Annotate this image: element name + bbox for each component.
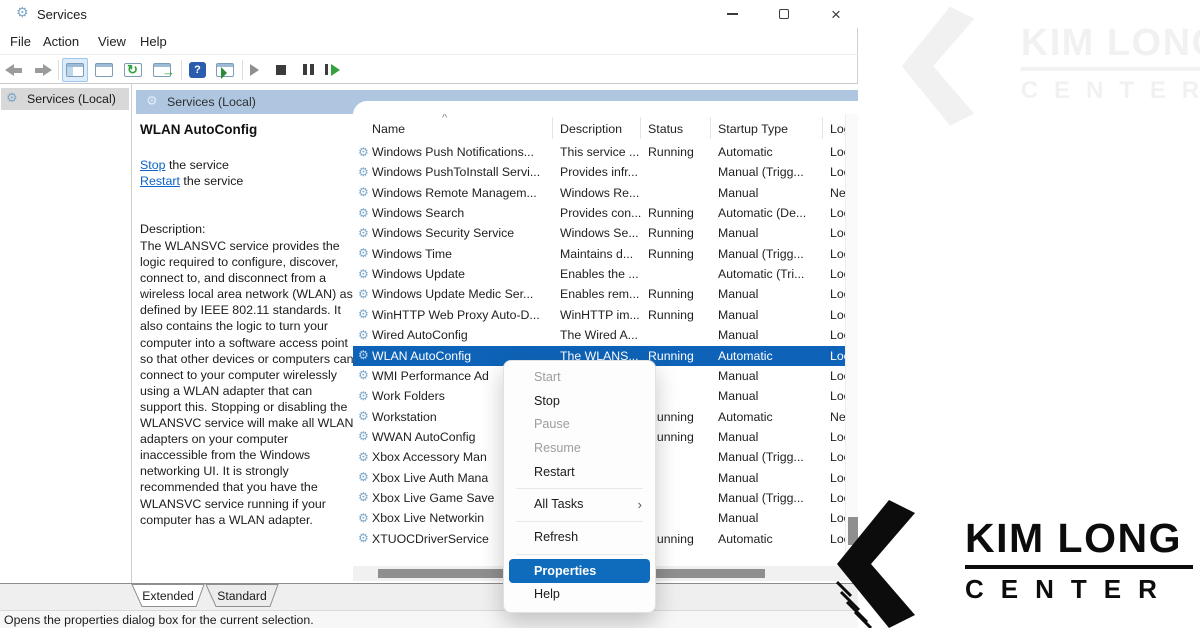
service-gear-icon: ⚙ [358, 368, 369, 382]
service-gear-icon: ⚙ [358, 246, 369, 260]
menu-separator [516, 488, 643, 489]
service-gear-icon: ⚙ [358, 409, 369, 423]
context-menu-item-stop[interactable]: Stop [504, 390, 655, 414]
service-gear-icon: ⚙ [358, 145, 369, 159]
table-row[interactable]: ⚙Windows UpdateEnables the ...Automatic … [353, 264, 845, 284]
service-gear-icon: ⚙ [358, 206, 369, 220]
menu-file[interactable]: File [10, 34, 31, 49]
service-gear-icon: ⚙ [358, 226, 369, 240]
status-bar: Opens the properties dialog box for the … [0, 610, 858, 628]
column-header-log-on-as[interactable]: Log On As [830, 122, 845, 136]
logo-text-line2: CENTER [965, 574, 1200, 605]
svg-text:Standard: Standard [217, 589, 266, 603]
forward-icon[interactable] [32, 64, 52, 76]
context-menu-item-restart[interactable]: Restart [504, 461, 655, 485]
table-header: ^ Name Description Status Startup Type Log O… [353, 114, 845, 142]
main-panel: ⚙ Services (Local) WLAN AutoConfig Stop … [133, 84, 858, 583]
context-menu-item-help[interactable]: Help [504, 583, 655, 607]
pause-service-icon[interactable] [303, 64, 307, 75]
window-title: Services [37, 7, 87, 22]
console-tree-panel: ⚙ Services (Local) [0, 84, 132, 583]
table-row[interactable]: ⚙Wired AutoConfigThe Wired A...ManualLoc [353, 325, 845, 345]
service-gear-icon: ⚙ [358, 165, 369, 179]
menu-help[interactable]: Help [140, 34, 167, 49]
watermark-logo-faint: KIM LONG CENTER [898, 2, 1200, 126]
title-bar: ⚙ Services × [0, 0, 858, 28]
context-menu-item-properties[interactable]: Properties [509, 559, 650, 583]
svg-text:Extended: Extended [142, 589, 194, 603]
menu-view[interactable]: View [98, 34, 126, 49]
service-gear-icon: ⚙ [358, 185, 369, 199]
sort-ascending-icon: ^ [442, 114, 447, 124]
start-service-icon[interactable] [250, 64, 259, 76]
context-menu-item-refresh[interactable]: Refresh [504, 526, 655, 550]
column-header-name[interactable]: Name [372, 122, 405, 136]
service-gear-icon: ⚙ [358, 307, 369, 321]
description-label: Description: [140, 222, 205, 236]
menu-separator [516, 521, 643, 522]
table-row[interactable]: ⚙Windows Security ServiceWindows Se...Ru… [353, 223, 845, 243]
service-gear-icon: ⚙ [358, 531, 369, 545]
menu-action[interactable]: Action [43, 34, 79, 49]
column-header-startup-type[interactable]: Startup Type [718, 122, 788, 136]
context-menu-item-resume[interactable]: Resume [504, 437, 655, 461]
services-app-icon: ⚙ [16, 5, 29, 21]
services-icon: ⚙ [146, 94, 158, 109]
service-gear-icon: ⚙ [358, 267, 369, 281]
service-gear-icon: ⚙ [358, 429, 369, 443]
table-row[interactable]: ⚙Windows Push Notifications...This servi… [353, 142, 845, 162]
service-gear-icon: ⚙ [358, 470, 369, 484]
window-icon[interactable] [95, 63, 113, 77]
description-text: The WLANSVC service provides the logic r… [140, 238, 356, 528]
table-row[interactable]: ⚙Windows Remote Managem...Windows Re...M… [353, 183, 845, 203]
service-gear-icon: ⚙ [358, 511, 369, 525]
minimize-button[interactable] [710, 0, 754, 28]
table-row[interactable]: ⚙Windows TimeMaintains d...RunningManual… [353, 244, 845, 264]
table-row[interactable]: ⚙Windows PushToInstall Servi...Provides … [353, 162, 845, 182]
service-gear-icon: ⚙ [358, 450, 369, 464]
service-gear-icon: ⚙ [358, 490, 369, 504]
service-gear-icon: ⚙ [358, 287, 369, 301]
show-console-tree-icon[interactable] [62, 58, 88, 82]
help-icon[interactable]: ? [189, 62, 206, 78]
maximize-button[interactable] [762, 0, 806, 28]
restart-service-icon[interactable] [325, 64, 328, 75]
selected-service-title: WLAN AutoConfig [140, 122, 257, 137]
status-text: Opens the properties dialog box for the … [4, 613, 314, 627]
column-header-description[interactable]: Description [560, 122, 622, 136]
table-row[interactable]: ⚙Windows Update Medic Ser...Enables rem.… [353, 284, 845, 304]
context-menu-item-all-tasks[interactable]: All Tasks› [504, 493, 655, 517]
kim-long-center-logo: KIM LONG CENTER [833, 495, 1200, 628]
services-window: ⚙ Services × File Action View Help ↻ → ? [0, 0, 858, 628]
restart-service-link[interactable]: Restart [140, 174, 180, 188]
service-gear-icon: ⚙ [358, 348, 369, 362]
table-row[interactable]: ⚙WinHTTP Web Proxy Auto-D...WinHTTP im..… [353, 305, 845, 325]
submenu-arrow-icon: › [638, 493, 642, 517]
context-menu-item-start[interactable]: Start [504, 366, 655, 390]
toolbar: ↻ → ? [0, 56, 858, 84]
context-menu-item-pause[interactable]: Pause [504, 413, 655, 437]
service-gear-icon: ⚙ [358, 389, 369, 403]
stop-service-link[interactable]: Stop [140, 158, 166, 172]
context-menu: StartStopPauseResumeRestart All Tasks› Ref… [503, 360, 656, 613]
sidebar-item-services-local[interactable]: ⚙ Services (Local) [1, 88, 129, 110]
service-gear-icon: ⚙ [358, 328, 369, 342]
column-header-status[interactable]: Status [648, 122, 683, 136]
logo-chevron-icon [836, 500, 918, 628]
close-button[interactable]: × [814, 0, 858, 28]
back-icon[interactable] [5, 64, 25, 76]
services-icon: ⚙ [6, 91, 18, 106]
menu-bar: File Action View Help [0, 28, 858, 55]
menu-separator [516, 554, 643, 555]
table-row[interactable]: ⚙Windows SearchProvides con...RunningAut… [353, 203, 845, 223]
view-tabs-strip: Extended Standard [0, 584, 858, 610]
logo-text-line1: KIM LONG [965, 515, 1200, 562]
